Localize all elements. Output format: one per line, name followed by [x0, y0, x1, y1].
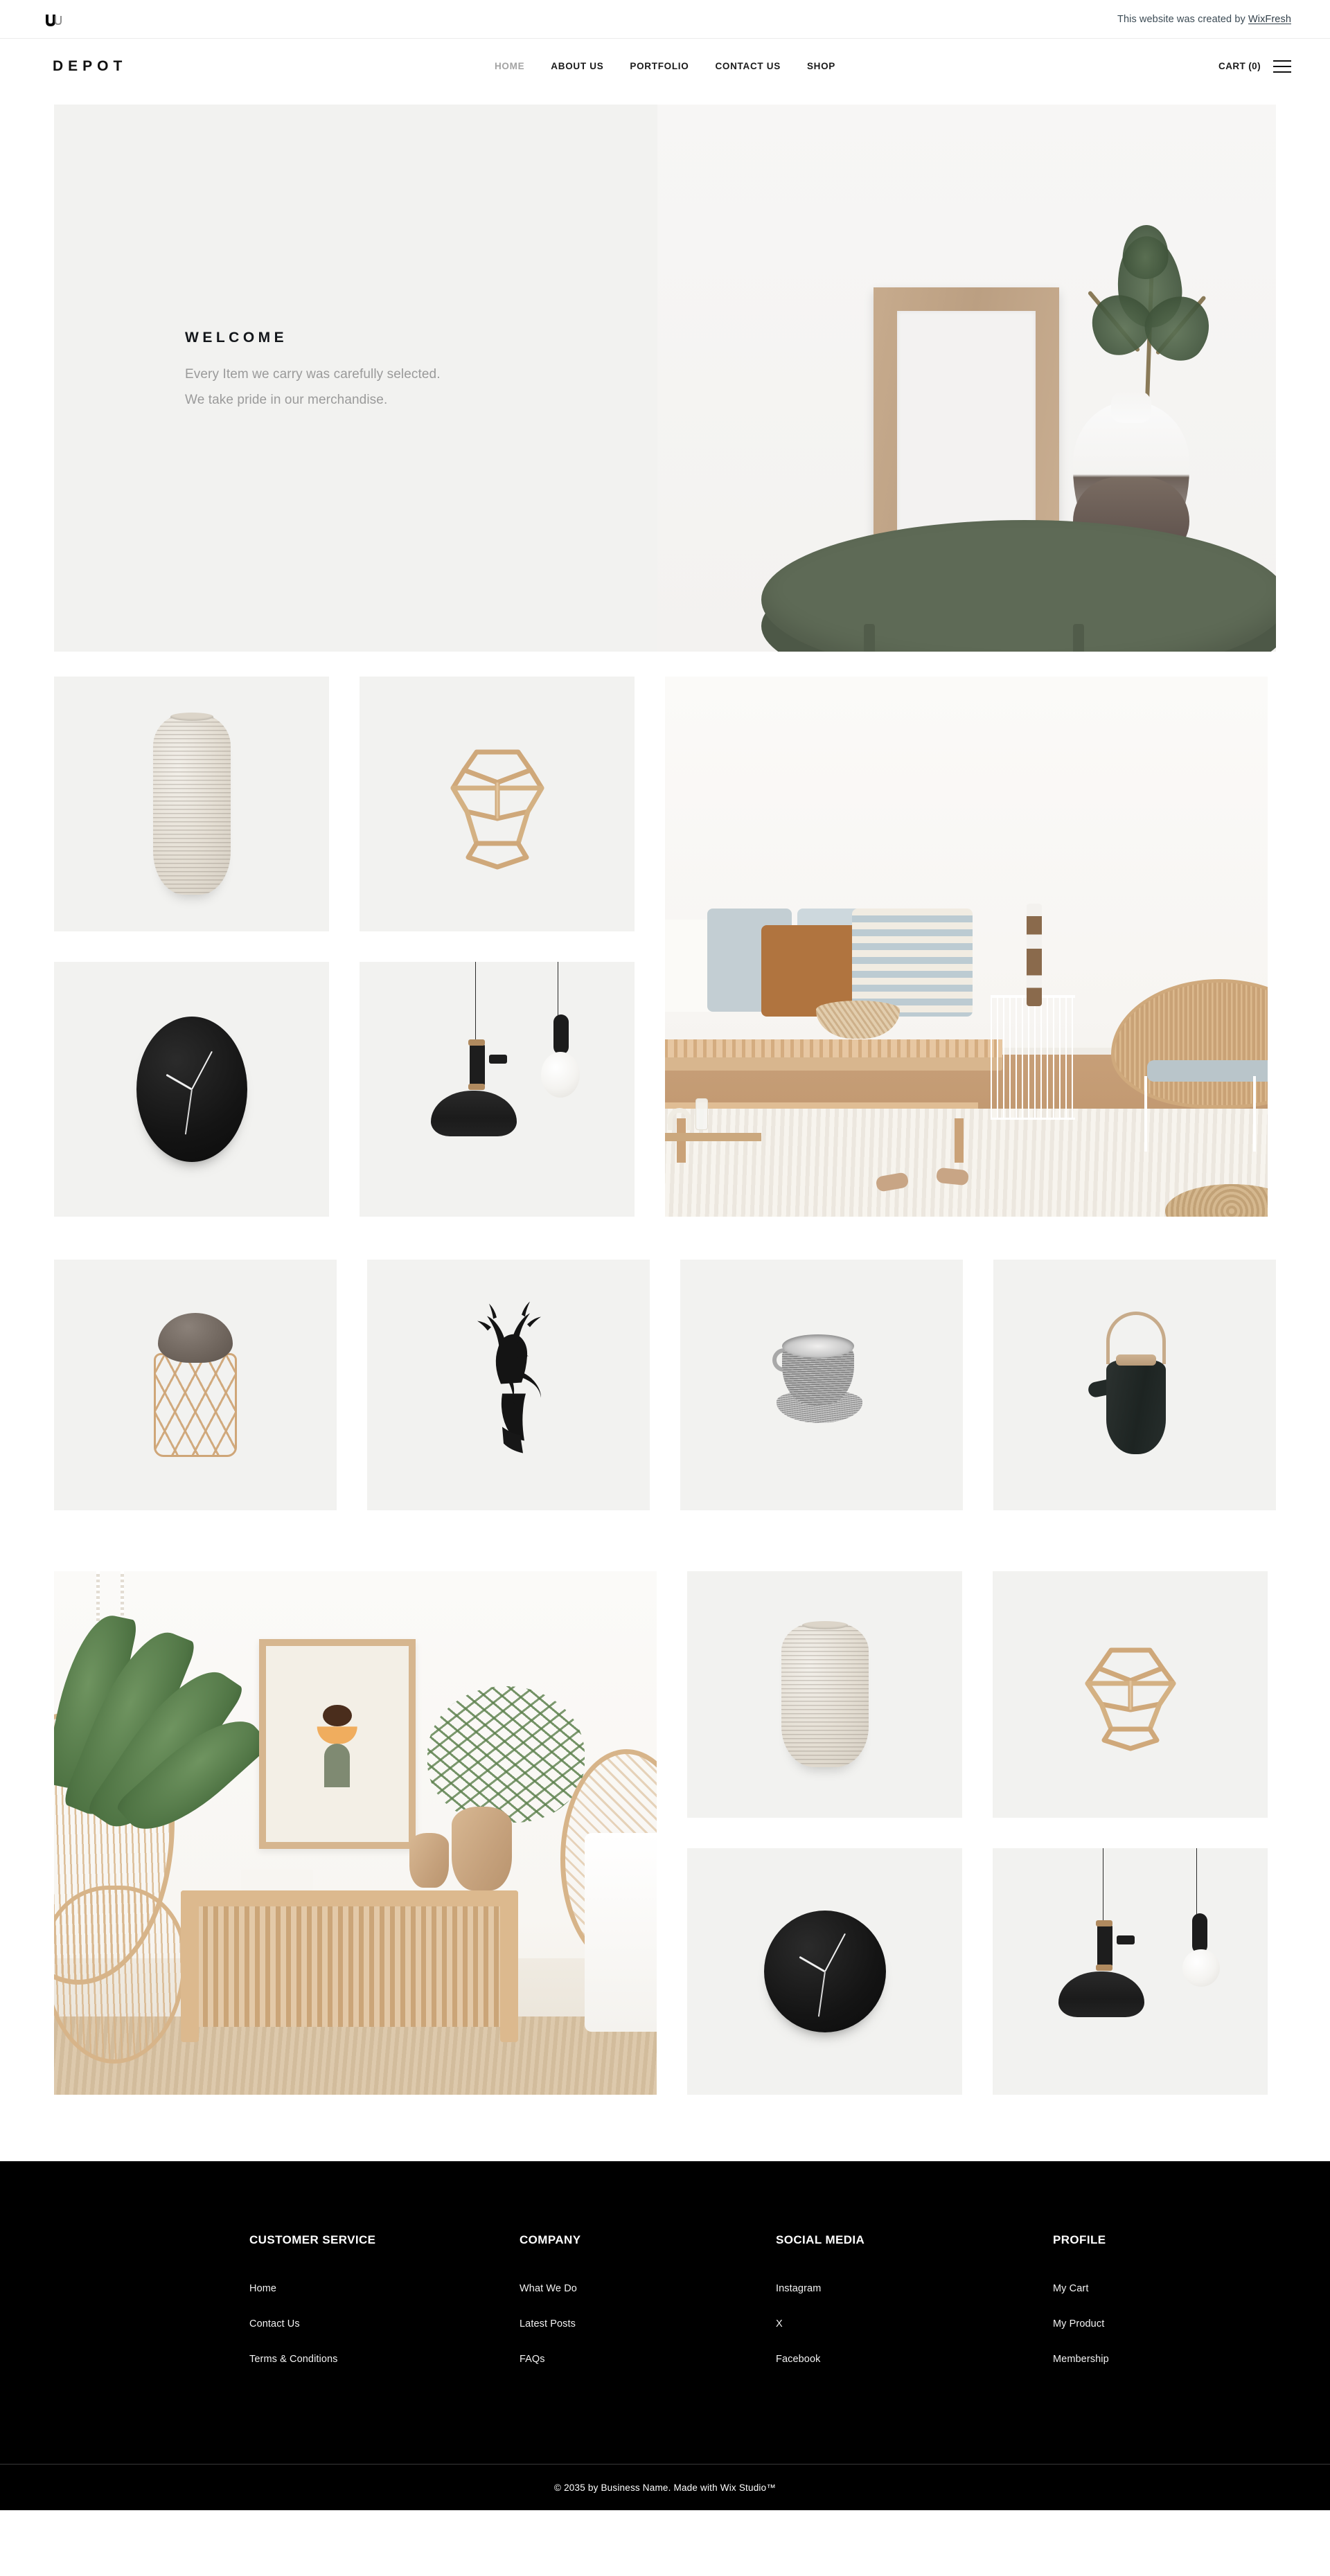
- footer-link-faqs[interactable]: FAQs: [520, 2354, 776, 2365]
- tile-black-wall-clock[interactable]: [54, 962, 329, 1217]
- site-logo[interactable]: DEPOT: [53, 58, 127, 75]
- site-footer: CUSTOMER SERVICE Home Contact Us Terms &…: [0, 2161, 1330, 2510]
- gallery-section-b: [54, 1260, 1276, 1510]
- hamburger-menu-icon[interactable]: [1273, 60, 1291, 73]
- hero-section: WELCOME Every Item we carry was carefull…: [54, 105, 1276, 652]
- footer-link-contact-us[interactable]: Contact Us: [249, 2318, 520, 2329]
- nav-item-home[interactable]: HOME: [495, 61, 524, 71]
- page-body: WELCOME Every Item we carry was carefull…: [0, 105, 1330, 2095]
- tile-rattan-stool[interactable]: [54, 1260, 337, 1510]
- footer-copyright: © 2035 by Business Name. Made with Wix S…: [553, 2482, 777, 2493]
- tile-gold-geometric-lantern[interactable]: [360, 677, 635, 931]
- cart-button[interactable]: CART (0): [1218, 61, 1261, 71]
- tile-ceramic-cup-saucer[interactable]: [680, 1260, 963, 1510]
- ceramic-cup-saucer-art: [770, 1333, 874, 1437]
- gallery-section-a: [54, 677, 1276, 1217]
- footer-link-what-we-do[interactable]: What We Do: [520, 2283, 776, 2294]
- wix-banner-link[interactable]: WixFresh: [1248, 14, 1291, 25]
- footer-column-customer-service: CUSTOMER SERVICE Home Contact Us Terms &…: [249, 2233, 520, 2389]
- footer-column-company: COMPANY What We Do Latest Posts FAQs: [520, 2233, 776, 2389]
- hero-scene-art: [657, 105, 1276, 652]
- site-header: DEPOT HOME ABOUT US PORTFOLIO CONTACT US…: [0, 39, 1330, 93]
- nav-item-shop[interactable]: SHOP: [807, 61, 835, 71]
- nav-item-portfolio[interactable]: PORTFOLIO: [630, 61, 689, 71]
- tile-black-wall-clock-2[interactable]: [687, 1848, 962, 2095]
- wix-logo-icon[interactable]: [44, 9, 65, 30]
- ribbed-ceramic-vase-art: [152, 713, 231, 895]
- deer-head-sculpture-art: [443, 1297, 574, 1474]
- footer-columns: CUSTOMER SERVICE Home Contact Us Terms &…: [54, 2233, 1276, 2389]
- hero-text-panel: WELCOME Every Item we carry was carefull…: [54, 105, 657, 652]
- green-side-table-art: [761, 520, 1276, 652]
- gold-geometric-lantern-art: [435, 731, 560, 877]
- footer-link-x[interactable]: X: [776, 2318, 1053, 2329]
- ribbed-ceramic-vase-art: [781, 1622, 869, 1767]
- gallery-section-c: [54, 1571, 1276, 2095]
- tile-gold-geometric-lantern-2[interactable]: [993, 1571, 1268, 1818]
- rattan-stool-art: [154, 1313, 237, 1457]
- main-navigation: HOME ABOUT US PORTFOLIO CONTACT US SHOP: [495, 61, 835, 71]
- footer-link-terms-conditions[interactable]: Terms & Conditions: [249, 2354, 520, 2365]
- nav-item-about-us[interactable]: ABOUT US: [551, 61, 603, 71]
- black-wall-clock-art: [136, 1017, 247, 1162]
- gold-geometric-lantern-art: [1068, 1632, 1193, 1757]
- footer-link-latest-posts[interactable]: Latest Posts: [520, 2318, 776, 2329]
- hero-subtitle-line-2: We take pride in our merchandise.: [185, 392, 388, 407]
- header-actions: CART (0): [1218, 60, 1291, 73]
- wix-banner-prefix: This website was created by: [1117, 13, 1248, 25]
- footer-col-title: PROFILE: [1053, 2233, 1106, 2246]
- tile-ribbed-ceramic-vase-2[interactable]: [687, 1571, 962, 1818]
- footer-column-social-media: SOCIAL MEDIA Instagram X Facebook: [776, 2233, 1053, 2389]
- tile-black-pendant-lamps[interactable]: [360, 962, 635, 1217]
- footer-col-title: SOCIAL MEDIA: [776, 2233, 865, 2246]
- pine-branch-art: [1073, 222, 1223, 403]
- footer-col-title: COMPANY: [520, 2233, 581, 2246]
- tile-living-room-scene[interactable]: [665, 677, 1268, 1217]
- black-kettle-art: [1083, 1312, 1187, 1454]
- tile-ribbed-ceramic-vase[interactable]: [54, 677, 329, 931]
- tile-bedroom-scene[interactable]: [54, 1571, 657, 2095]
- footer-link-my-product[interactable]: My Product: [1053, 2318, 1276, 2329]
- footer-column-profile: PROFILE My Cart My Product Membership: [1053, 2233, 1276, 2389]
- footer-link-my-cart[interactable]: My Cart: [1053, 2283, 1276, 2294]
- footer-link-home[interactable]: Home: [249, 2283, 520, 2294]
- black-pendant-lamps-art: [993, 1848, 1268, 2095]
- tile-black-kettle[interactable]: [993, 1260, 1276, 1510]
- footer-col-title: CUSTOMER SERVICE: [249, 2233, 376, 2246]
- black-pendant-lamps-art: [360, 962, 635, 1217]
- wix-banner-text: This website was created by WixFresh: [1117, 14, 1291, 25]
- footer-link-facebook[interactable]: Facebook: [776, 2354, 1053, 2365]
- wix-promo-banner: This website was created by WixFresh: [0, 0, 1330, 39]
- bedroom-art: [54, 1571, 657, 2095]
- hero-subtitle-line-1: Every Item we carry was carefully select…: [185, 366, 441, 382]
- hero-image: [657, 105, 1276, 652]
- tile-deer-head-sculpture[interactable]: [367, 1260, 650, 1510]
- black-wall-clock-art: [763, 1911, 886, 2032]
- hero-title: WELCOME: [185, 329, 288, 346]
- nav-item-contact-us[interactable]: CONTACT US: [715, 61, 781, 71]
- footer-link-instagram[interactable]: Instagram: [776, 2283, 1053, 2294]
- living-room-art: [665, 677, 1268, 1217]
- tile-black-pendant-lamps-2[interactable]: [993, 1848, 1268, 2095]
- footer-link-membership[interactable]: Membership: [1053, 2354, 1276, 2365]
